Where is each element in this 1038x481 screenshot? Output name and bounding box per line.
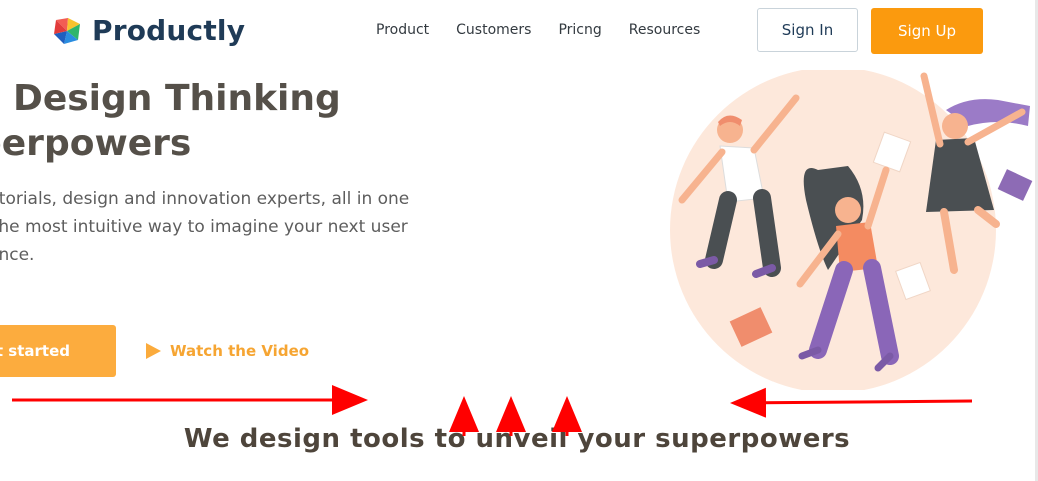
main-nav: Product Customers Pricng Resources: [376, 22, 727, 38]
section-tagline: We design tools to unveil your superpowe…: [0, 424, 1038, 454]
hero-title: e Design Thinking perpowers: [0, 76, 436, 166]
hero-title-line-2: perpowers: [0, 123, 192, 164]
watch-video-link[interactable]: Watch the Video: [146, 342, 309, 360]
section-tagline-text: We design tools to unveil your superpowe…: [183, 424, 851, 454]
nav-item-resources[interactable]: Resources: [629, 22, 701, 38]
hero-description-line-2: The most intuitive way to imagine your n…: [0, 217, 408, 237]
nav-item-product[interactable]: Product: [376, 22, 429, 38]
top-navbar: Productly Product Customers Pricng Resou…: [0, 0, 1038, 62]
hero-description-line-3: ence.: [0, 245, 35, 265]
get-started-button[interactable]: et started: [0, 325, 116, 377]
hero-illustration: [670, 70, 1033, 390]
annotation-arrow-right: [730, 387, 973, 418]
sign-up-button[interactable]: Sign Up: [871, 8, 983, 54]
brand-logo[interactable]: Productly: [52, 14, 245, 47]
book-right: [997, 169, 1033, 201]
sign-in-button[interactable]: Sign In: [757, 8, 858, 52]
productly-logo-icon: [54, 17, 80, 44]
play-icon: [146, 343, 161, 359]
nav-item-customers[interactable]: Customers: [456, 22, 531, 38]
hero-title-line-1: e Design Thinking: [0, 78, 341, 119]
nav-item-pricing[interactable]: Pricng: [558, 22, 601, 38]
hero-description-line-1: utorials, design and innovation experts,…: [0, 189, 410, 209]
brand-name: Productly: [92, 14, 246, 47]
watch-video-label: Watch the Video: [170, 342, 310, 360]
hero-description: utorials, design and innovation experts,…: [0, 185, 458, 269]
